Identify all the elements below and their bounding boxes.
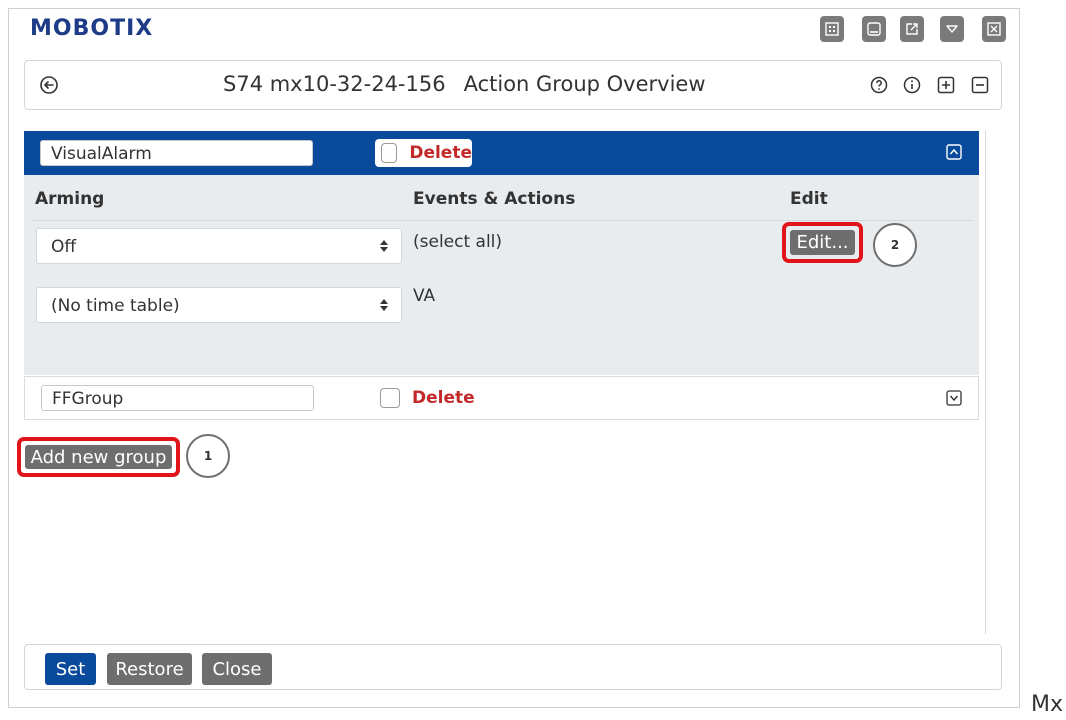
- delete-label: Delete: [412, 388, 475, 408]
- event-va: VA: [413, 286, 436, 306]
- action-group-ffgroup: FFGroup Delete: [24, 376, 979, 420]
- select-arrows-icon: [380, 299, 388, 311]
- dialog-title: Action Group Overview: [463, 72, 706, 96]
- delete-checkbox[interactable]: Delete: [380, 384, 480, 412]
- close-button[interactable]: Close: [202, 653, 272, 685]
- header-divider: [32, 220, 972, 221]
- help-icon[interactable]: [870, 76, 888, 94]
- edit-button[interactable]: Edit...: [790, 230, 855, 255]
- group-name-input[interactable]: VisualAlarm: [40, 140, 313, 166]
- checkbox-box[interactable]: [380, 388, 400, 408]
- set-button[interactable]: Set: [45, 653, 96, 685]
- timetable-select-value: (No time table): [51, 296, 180, 316]
- arming-select[interactable]: Off: [36, 228, 402, 264]
- event-select-all[interactable]: (select all): [413, 232, 502, 252]
- timetable-select[interactable]: (No time table): [36, 287, 402, 323]
- device-name: S74 mx10-32-24-156: [223, 72, 446, 96]
- collapse-all-icon[interactable]: [971, 76, 989, 94]
- info-icon[interactable]: [903, 76, 921, 94]
- external-link-icon[interactable]: [900, 16, 924, 42]
- callout-badge-1: 1: [186, 434, 230, 478]
- collapse-group-icon[interactable]: [946, 144, 962, 160]
- arming-select-value: Off: [51, 237, 77, 257]
- add-new-group-button[interactable]: Add new group: [25, 445, 172, 469]
- dropdown-icon[interactable]: [940, 16, 964, 42]
- group-header: VisualAlarm Delete: [24, 131, 979, 175]
- select-arrows-icon: [380, 240, 388, 252]
- scrollbar[interactable]: [985, 130, 1006, 634]
- corner-label: Mx: [1031, 692, 1064, 717]
- back-icon[interactable]: [39, 75, 59, 95]
- delete-checkbox[interactable]: Delete: [375, 139, 472, 167]
- column-header-arming: Arming: [35, 189, 105, 209]
- expand-group-icon[interactable]: [946, 390, 962, 406]
- column-header-edit: Edit: [790, 189, 828, 209]
- column-header-events: Events & Actions: [413, 189, 576, 209]
- delete-label: Delete: [409, 143, 472, 163]
- brand-logo: MOBOTIX: [30, 16, 154, 41]
- action-group-visualalarm: VisualAlarm Delete Arming Events & Actio…: [24, 131, 979, 375]
- minimize-icon[interactable]: [862, 16, 886, 42]
- page-title: S74 mx10-32-24-156 Action Group Overview: [223, 72, 706, 96]
- title-bar: S74 mx10-32-24-156 Action Group Overview: [24, 60, 1002, 110]
- checkbox-box[interactable]: [381, 143, 398, 163]
- grid-icon[interactable]: [820, 16, 844, 42]
- footer-bar: Set Restore Close: [24, 644, 1002, 690]
- restore-button[interactable]: Restore: [107, 653, 192, 685]
- close-icon[interactable]: [982, 16, 1006, 42]
- callout-badge-2: 2: [873, 223, 917, 267]
- expand-all-icon[interactable]: [937, 76, 955, 94]
- group-name-input[interactable]: FFGroup: [41, 385, 314, 411]
